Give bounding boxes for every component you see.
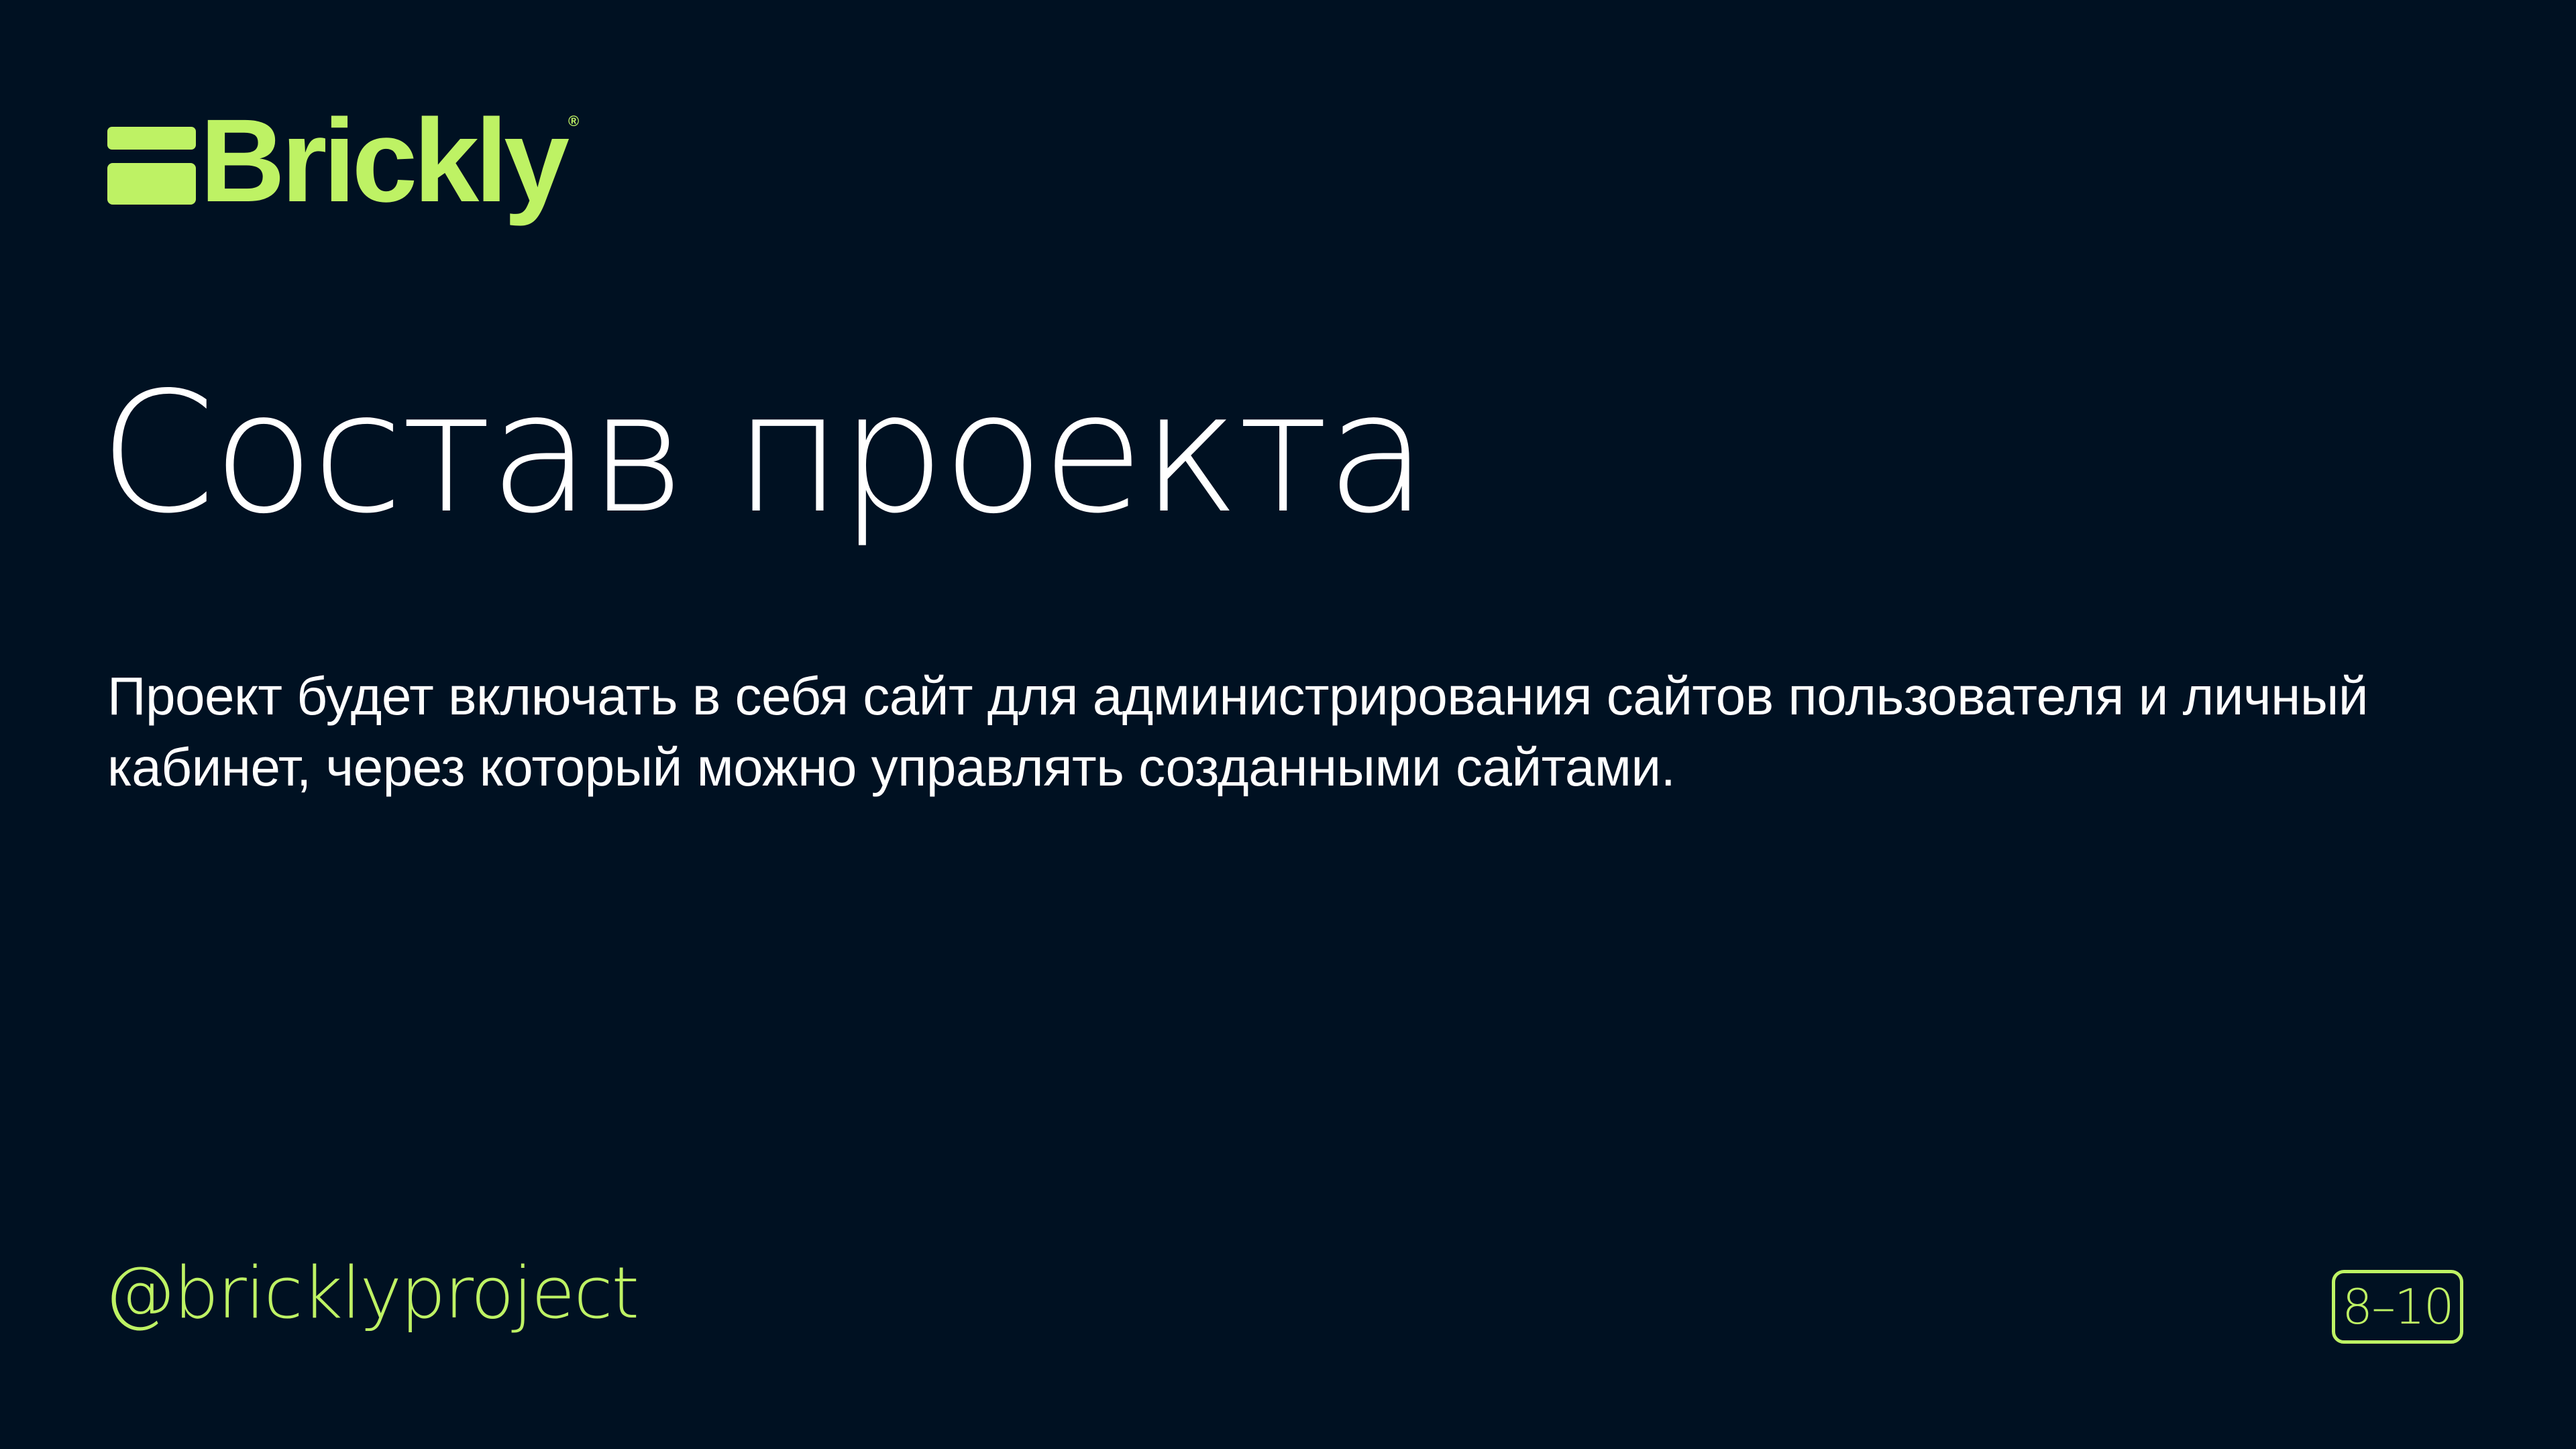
brand-logo: Brickly ® bbox=[107, 101, 579, 221]
registered-mark: ® bbox=[568, 113, 580, 129]
page-indicator-badge: 8–10 bbox=[2332, 1270, 2463, 1344]
social-handle: @bricklyproject bbox=[104, 1252, 639, 1334]
page-indicator-label: 8–10 bbox=[2342, 1279, 2454, 1335]
slide-body-text: Проект будет включать в себя сайт для ад… bbox=[107, 666, 2369, 797]
logo-wordmark: Brickly bbox=[200, 95, 570, 227]
slide-title: Состав проекта bbox=[99, 357, 1428, 550]
logo-brick-icon bbox=[107, 127, 196, 205]
slide: Brickly ® Состав проекта Проект будет вк… bbox=[0, 0, 2576, 1449]
